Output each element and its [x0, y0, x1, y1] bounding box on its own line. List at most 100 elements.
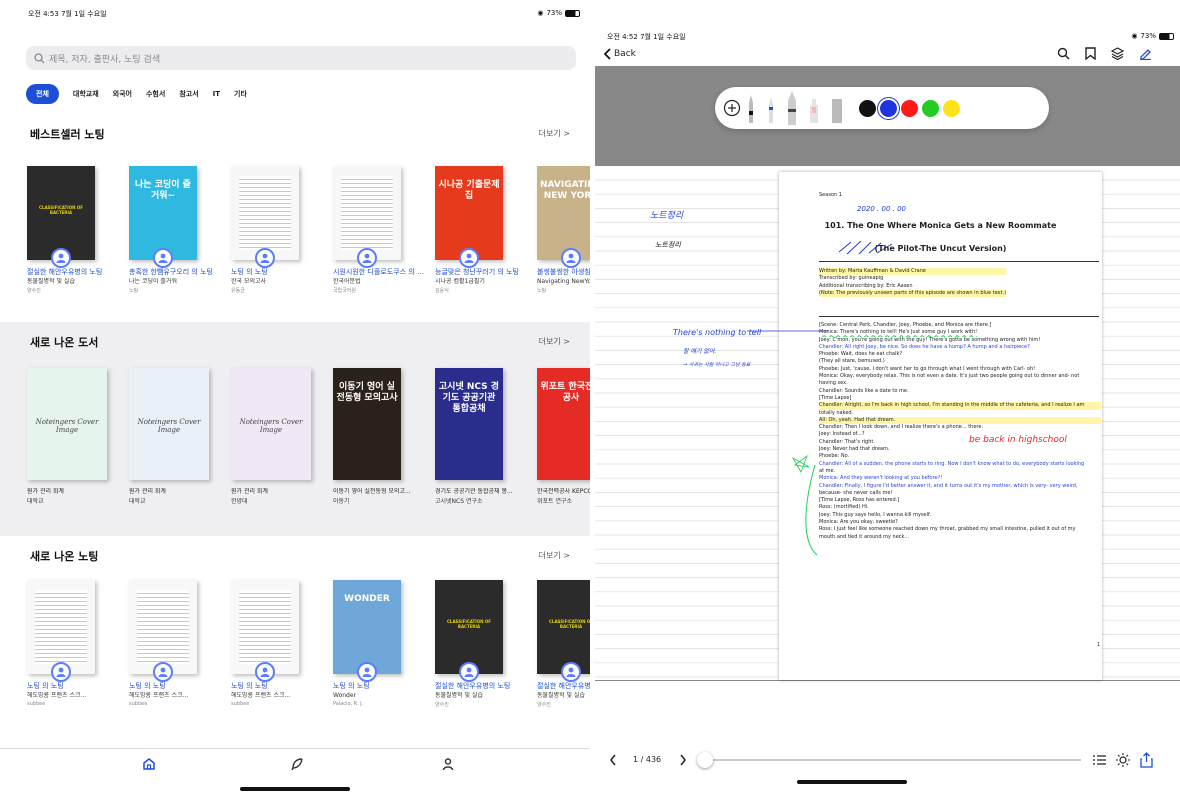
- book-card[interactable]: 위포트 한국전력공사한국전력공사 KEPCO 위포트 연구소: [537, 368, 590, 506]
- color-swatch[interactable]: [922, 99, 939, 117]
- book-card[interactable]: 나는 코딩이 즐거워~ 총혹한 한뺌유구오리 의 노팅 나는 코딩이 즐거워 노팅: [129, 166, 231, 294]
- book-card[interactable]: 시원시원한 디플로도쿠스 의 노팅 한국어문법 국립국어원: [333, 166, 435, 294]
- cover-text: WONDER: [344, 594, 390, 604]
- book-card[interactable]: 이동기 영어 실전동형 모의고사 이동기 영어 실전동형 모의고... 이동기: [333, 368, 435, 506]
- book-subtitle: 동물질병학 및 실습: [435, 692, 483, 699]
- credit-line: (Note: The previously unseen parts of th…: [819, 289, 1007, 298]
- category-tab[interactable]: IT: [213, 90, 220, 98]
- color-swatch[interactable]: [859, 99, 876, 117]
- avatar: [255, 662, 275, 682]
- book-card[interactable]: 노팅 의 노팅 한국 모의고사 유동균: [231, 166, 333, 294]
- more-link[interactable]: 더보기 >: [539, 336, 570, 347]
- cover-text: CLASSIFICATION OF BACTERIA: [548, 619, 590, 629]
- back-button[interactable]: Back: [603, 48, 636, 60]
- book-user: subbee: [231, 701, 250, 707]
- book-card[interactable]: 노팅 의 노팅 헤도밍룡 프랜츠 스크... subbee: [27, 580, 129, 708]
- new-notes-section: 새로 나온 노팅 더보기 > 노팅 의 노팅 헤도밍룡 프랜츠 스크... subb…: [0, 536, 590, 748]
- share-icon[interactable]: [1140, 752, 1153, 768]
- bookmark-icon[interactable]: [1085, 47, 1096, 60]
- fountain-pen-icon[interactable]: [787, 91, 797, 125]
- book-title: 노팅 의 노팅: [333, 682, 370, 690]
- cover-text: 이동기 영어 실전동형 모의고사: [336, 382, 398, 403]
- book-title: 시원시원한 디플로도쿠스 의 노팅: [333, 268, 429, 276]
- book-card[interactable]: Noteingers Cover Image 원가 관리 회계 대학교: [129, 368, 231, 506]
- battery-icon: [1159, 32, 1174, 40]
- brightness-icon[interactable]: [1116, 753, 1130, 767]
- pen-edit-icon[interactable]: [1139, 47, 1152, 60]
- feather-icon[interactable]: [290, 757, 304, 771]
- book-subtitle: 헤도밍룡 프랜츠 스크...: [231, 692, 291, 699]
- list-icon[interactable]: [1093, 754, 1106, 766]
- category-tab[interactable]: 참고서: [179, 89, 198, 99]
- chevron-right-icon[interactable]: [679, 754, 687, 766]
- chevron-left-icon: [603, 48, 611, 60]
- book-card[interactable]: 노팅 의 노팅 헤도밍룡 프랜츠 스크... subbee: [129, 580, 231, 708]
- book-user: 양수진: [27, 288, 41, 294]
- book-card[interactable]: 노팅 의 노팅 헤도밍룡 프랜츠 스크... subbee: [231, 580, 333, 708]
- book-subtitle: 시나공 컴활1급필기: [435, 278, 485, 285]
- search-icon[interactable]: [1057, 47, 1070, 60]
- book-card[interactable]: CLASSIFICATION OF BACTERIA 절실한 해안우유병의 노팅동…: [435, 580, 537, 708]
- book-user: 유동균: [231, 288, 245, 294]
- pen-tool-icon[interactable]: [747, 93, 755, 123]
- book-card[interactable]: Noteingers Cover Image 원가 관리 회계 한양대: [231, 368, 333, 506]
- category-tab[interactable]: 전체: [26, 84, 59, 104]
- book-user: 양수진: [537, 702, 551, 708]
- book-cover: 시나공 기출문제집: [435, 166, 503, 260]
- slider-thumb[interactable]: [697, 752, 713, 768]
- cover-page-lines: [35, 590, 87, 664]
- status-time: 오전 4:53 7월 1일 수요일: [28, 10, 107, 18]
- avatar: [561, 248, 581, 268]
- status-time: 오전 4:52 7월 1일 수요일: [607, 33, 686, 41]
- book-card[interactable]: WONDER 노팅 의 노팅 Wonder Palacio, R. J.: [333, 580, 435, 708]
- category-tab[interactable]: 수험서: [146, 89, 165, 99]
- more-link[interactable]: 더보기 >: [539, 550, 570, 561]
- pencil-tool-icon[interactable]: [767, 93, 775, 123]
- layers-icon[interactable]: [1111, 47, 1124, 60]
- credit-line: Written by: Marta Kauffman & David Crane: [819, 268, 1007, 276]
- book-cover: [27, 580, 95, 674]
- avatar: [255, 248, 275, 268]
- category-tab[interactable]: 대학교재: [73, 89, 99, 99]
- book-title: 노팅 의 노팅: [129, 682, 166, 690]
- avatar: [153, 662, 173, 682]
- book-title: 절실한 해안우유병의 노팅: [435, 682, 511, 690]
- book-card[interactable]: CLASSIFICATION OF BACTERIA 절실한 해안우유병의 노팅동…: [27, 166, 129, 294]
- person-icon[interactable]: [441, 757, 455, 771]
- cover-text: CLASSIFICATION OF BACTERIA: [38, 205, 84, 215]
- book-subtitle: 한국어문법: [333, 278, 361, 285]
- user-icon: [566, 667, 576, 677]
- book-cover: 위포트 한국전력공사: [537, 368, 590, 480]
- book-title: 원가 관리 회계: [231, 488, 268, 495]
- book-card[interactable]: NAVIGATING NEW YORK 볼썽불썽한 아생침 면조 의 노팅 Navi…: [537, 166, 590, 294]
- book-card[interactable]: 고시넷 NCS 경기도 공공기관 통합공채 경기도 공공기관 통합공채 봉... 고…: [435, 368, 537, 506]
- book-subtitle: 한양대: [231, 498, 248, 505]
- category-tab[interactable]: 기타: [234, 89, 247, 99]
- doc-subtitle: (The Pilot-The Uncut Version): [874, 244, 1007, 253]
- book-cover: [231, 580, 299, 674]
- color-swatch[interactable]: [901, 99, 918, 117]
- book-title: 노팅 의 노팅: [231, 268, 268, 276]
- color-swatch[interactable]: [943, 99, 960, 117]
- home-indicator: [240, 787, 350, 791]
- book-card[interactable]: CLASSIFICATION OF BACTERIA 절실한 해안우유병의 노팅동…: [537, 580, 590, 708]
- section-title: 새로 나온 도서: [30, 336, 99, 349]
- page-slider[interactable]: [697, 752, 1081, 768]
- book-user: 양수진: [435, 702, 449, 708]
- color-swatch[interactable]: [880, 99, 897, 117]
- book-card[interactable]: 시나공 기출문제집 능글맞은 청난꾸러기 의 노팅 시나공 컴활1급필기 김윤식: [435, 166, 537, 294]
- eraser-icon[interactable]: [831, 93, 843, 123]
- book-card[interactable]: Noteingers Cover Image 원가 관리 회계 대학교: [27, 368, 129, 506]
- chevron-left-icon[interactable]: [609, 754, 617, 766]
- more-link[interactable]: 더보기 >: [539, 128, 570, 139]
- book-cover: 고시넷 NCS 경기도 공공기관 통합공채: [435, 368, 503, 480]
- category-tab[interactable]: 외국어: [113, 89, 132, 99]
- section-title: 베스트셀러 노팅: [30, 128, 105, 141]
- home-icon[interactable]: [142, 757, 156, 771]
- add-icon[interactable]: [723, 99, 741, 117]
- highlighter-icon[interactable]: [809, 93, 819, 123]
- handwritten-note: 노트정리: [650, 211, 684, 221]
- search-bar[interactable]: 제목, 저자, 출판사, 노팅 검색: [26, 46, 576, 70]
- user-icon: [362, 667, 372, 677]
- page-number: 1: [1097, 642, 1101, 648]
